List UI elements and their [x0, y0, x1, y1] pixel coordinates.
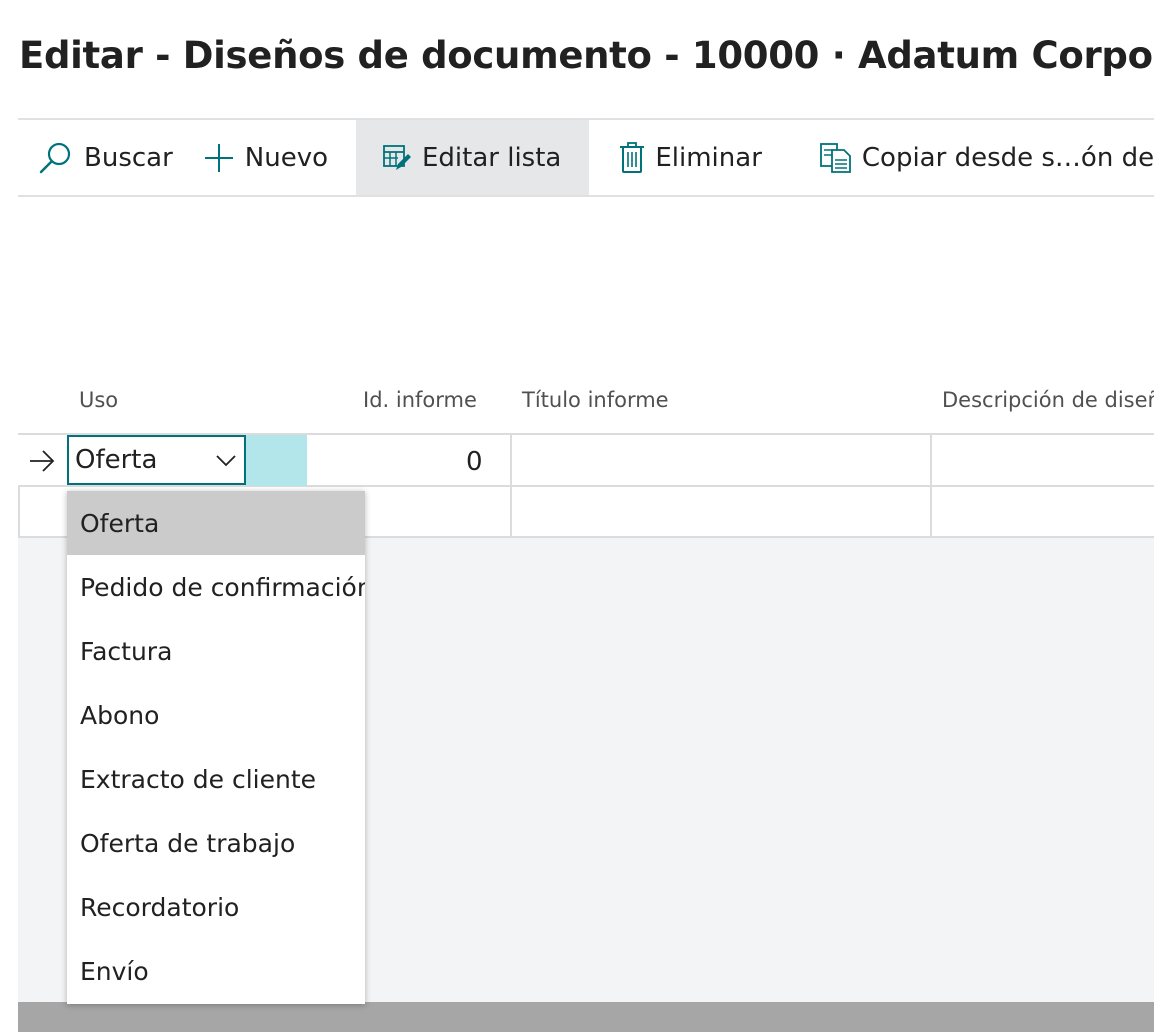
new-button[interactable]: Nuevo: [187, 120, 342, 195]
usage-select[interactable]: Oferta: [67, 435, 246, 485]
action-bar: Buscar Nuevo Editar lista Eliminar Copia…: [18, 118, 1154, 197]
dropdown-option[interactable]: Abono: [67, 683, 365, 747]
dropdown-option[interactable]: Factura: [67, 619, 365, 683]
grid-line: [930, 433, 932, 538]
page: Editar - Diseños de documento - 10000 · …: [0, 0, 1154, 1032]
grid-line: [18, 485, 20, 538]
delete-button-label: Eliminar: [655, 142, 762, 173]
report-id-cell[interactable]: 0: [466, 447, 483, 477]
copy-from-button-label: Copiar desde s…ón de info: [861, 142, 1154, 173]
copy-from-button[interactable]: Copiar desde s…ón de info: [782, 120, 1154, 195]
search-button[interactable]: Buscar: [18, 120, 187, 195]
column-header-usage[interactable]: Uso: [79, 388, 118, 412]
edit-list-button[interactable]: Editar lista: [356, 120, 590, 195]
dropdown-option[interactable]: Extracto de cliente: [67, 747, 365, 811]
copy-icon: [819, 142, 852, 173]
row-selected-cell[interactable]: [246, 435, 307, 486]
column-header-report-title[interactable]: Título informe: [522, 388, 669, 412]
edit-list-icon: [382, 143, 412, 173]
usage-dropdown-list: Oferta Pedido de confirmación Factura Ab…: [67, 491, 365, 1004]
column-header-layout-description[interactable]: Descripción de diseño: [942, 388, 1154, 412]
trash-icon: [619, 141, 645, 174]
dropdown-option[interactable]: Recordatorio: [67, 875, 365, 939]
grid-line: [510, 433, 512, 538]
search-icon: [38, 140, 74, 176]
plus-icon: [203, 142, 235, 174]
chevron-down-icon: [214, 448, 238, 472]
column-header-report-id[interactable]: Id. informe: [363, 388, 477, 412]
edit-list-button-label: Editar lista: [422, 142, 562, 173]
dropdown-option[interactable]: Pedido de confirmación: [67, 555, 365, 619]
current-row-arrow-icon: [28, 447, 56, 479]
dropdown-option[interactable]: Envío: [67, 939, 365, 1003]
new-button-label: Nuevo: [244, 142, 328, 173]
horizontal-scrollbar[interactable]: [18, 1002, 1154, 1032]
search-button-label: Buscar: [84, 142, 173, 173]
delete-button[interactable]: Eliminar: [589, 120, 782, 195]
dropdown-option[interactable]: Oferta: [67, 491, 365, 555]
page-title: Editar - Diseños de documento - 10000 · …: [19, 34, 1154, 77]
grid-line: [18, 485, 1154, 487]
dropdown-option[interactable]: Oferta de trabajo: [67, 811, 365, 875]
usage-select-value: Oferta: [75, 445, 158, 475]
